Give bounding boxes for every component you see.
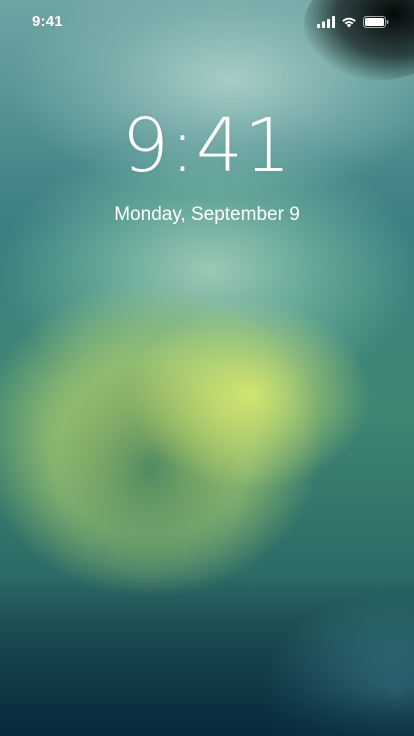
wifi-icon (341, 16, 357, 28)
status-bar-time: 9:41 (32, 13, 63, 30)
battery-icon (363, 16, 389, 28)
status-bar: 9:41 (0, 0, 414, 44)
wallpaper-bottom-shade (0, 576, 414, 736)
status-bar-icons (317, 15, 389, 29)
lock-screen-date: Monday, September 9 (114, 204, 300, 225)
lock-screen: 9:41 9:41 Monday, September 9 (0, 0, 414, 736)
cellular-signal-icon (317, 16, 335, 28)
lock-screen-clock: 9:41 (121, 103, 293, 189)
